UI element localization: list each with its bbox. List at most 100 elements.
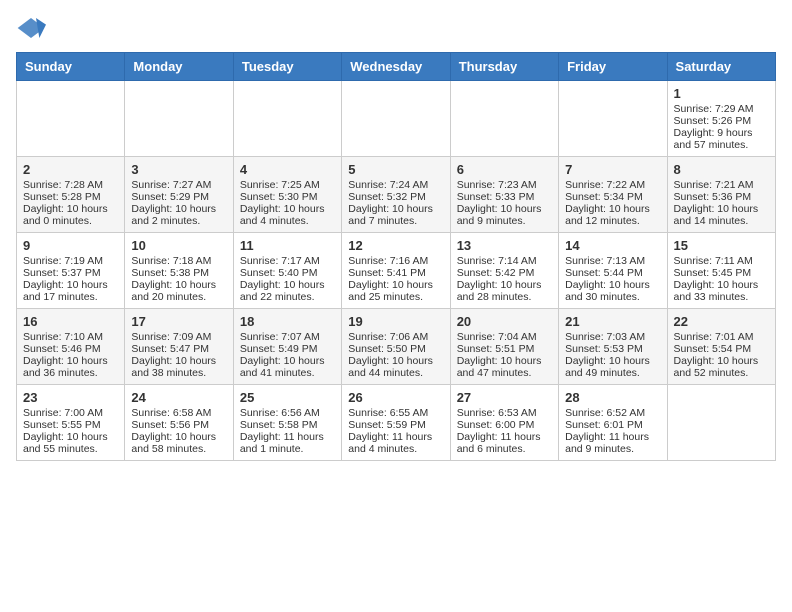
- day-number: 13: [457, 238, 552, 253]
- day-info: Sunrise: 7:17 AM: [240, 255, 335, 267]
- weekday-header-monday: Monday: [125, 53, 233, 81]
- weekday-header-wednesday: Wednesday: [342, 53, 450, 81]
- day-info: Sunrise: 7:21 AM: [674, 179, 769, 191]
- calendar-cell: [233, 81, 341, 157]
- day-number: 6: [457, 162, 552, 177]
- day-info: Daylight: 10 hours and 28 minutes.: [457, 279, 552, 303]
- day-info: Sunset: 5:40 PM: [240, 267, 335, 279]
- day-info: Sunrise: 6:52 AM: [565, 407, 660, 419]
- day-number: 11: [240, 238, 335, 253]
- calendar-cell: 2Sunrise: 7:28 AMSunset: 5:28 PMDaylight…: [17, 157, 125, 233]
- day-info: Daylight: 10 hours and 17 minutes.: [23, 279, 118, 303]
- day-info: Sunrise: 7:29 AM: [674, 103, 769, 115]
- day-info: Sunset: 5:32 PM: [348, 191, 443, 203]
- calendar-cell: 17Sunrise: 7:09 AMSunset: 5:47 PMDayligh…: [125, 309, 233, 385]
- day-info: Sunrise: 7:19 AM: [23, 255, 118, 267]
- day-info: Daylight: 10 hours and 52 minutes.: [674, 355, 769, 379]
- calendar-cell: 6 Sunrise: 7:23 AMSunset: 5:33 PMDaylight…: [450, 157, 558, 233]
- calendar-week-3: 9Sunrise: 7:19 AMSunset: 5:37 PMDaylight…: [17, 233, 776, 309]
- day-info: Daylight: 10 hours and 30 minutes.: [565, 279, 660, 303]
- day-number: 8: [674, 162, 769, 177]
- day-info: Sunrise: 7:07 AM: [240, 331, 335, 343]
- day-number: 16: [23, 314, 118, 329]
- calendar-cell: 19Sunrise: 7:06 AMSunset: 5:50 PMDayligh…: [342, 309, 450, 385]
- calendar-cell: [667, 385, 775, 461]
- day-info: Sunset: 5:30 PM: [240, 191, 335, 203]
- day-info: Daylight: 10 hours and 14 minutes.: [674, 203, 769, 227]
- day-info: Sunset: 5:42 PM: [457, 267, 552, 279]
- calendar-cell: 10Sunrise: 7:18 AMSunset: 5:38 PMDayligh…: [125, 233, 233, 309]
- day-info: Daylight: 10 hours and 49 minutes.: [565, 355, 660, 379]
- day-number: 1: [674, 86, 769, 101]
- calendar-cell: 23Sunrise: 7:00 AMSunset: 5:55 PMDayligh…: [17, 385, 125, 461]
- day-info: Sunrise: 7:06 AM: [348, 331, 443, 343]
- day-number: 12: [348, 238, 443, 253]
- day-number: 17: [131, 314, 226, 329]
- day-info: Daylight: 10 hours and 12 minutes.: [565, 203, 660, 227]
- day-info: Daylight: 10 hours and 58 minutes.: [131, 431, 226, 455]
- day-info: Sunrise: 7:00 AM: [23, 407, 118, 419]
- day-info: Sunrise: 7:11 AM: [674, 255, 769, 267]
- day-info: Daylight: 10 hours and 0 minutes.: [23, 203, 118, 227]
- day-info: Daylight: 10 hours and 36 minutes.: [23, 355, 118, 379]
- calendar-cell: [559, 81, 667, 157]
- day-info: Sunset: 5:55 PM: [23, 419, 118, 431]
- calendar-week-5: 23Sunrise: 7:00 AMSunset: 5:55 PMDayligh…: [17, 385, 776, 461]
- day-info: Sunset: 5:59 PM: [348, 419, 443, 431]
- day-info: Sunset: 5:49 PM: [240, 343, 335, 355]
- day-info: Sunrise: 7:18 AM: [131, 255, 226, 267]
- day-info: Sunrise: 6:58 AM: [131, 407, 226, 419]
- day-info: Sunset: 6:01 PM: [565, 419, 660, 431]
- calendar-cell: 12Sunrise: 7:16 AMSunset: 5:41 PMDayligh…: [342, 233, 450, 309]
- day-info: Daylight: 10 hours and 7 minutes.: [348, 203, 443, 227]
- day-info: Sunset: 5:34 PM: [565, 191, 660, 203]
- day-info: Sunset: 5:58 PM: [240, 419, 335, 431]
- day-number: 7: [565, 162, 660, 177]
- weekday-header-row: SundayMondayTuesdayWednesdayThursdayFrid…: [17, 53, 776, 81]
- calendar-cell: 27Sunrise: 6:53 AMSunset: 6:00 PMDayligh…: [450, 385, 558, 461]
- day-info: Daylight: 10 hours and 25 minutes.: [348, 279, 443, 303]
- day-number: 22: [674, 314, 769, 329]
- day-info: Sunrise: 7:13 AM: [565, 255, 660, 267]
- day-number: 9: [23, 238, 118, 253]
- day-info: Sunrise: 7:09 AM: [131, 331, 226, 343]
- day-info: Sunset: 5:45 PM: [674, 267, 769, 279]
- day-number: 15: [674, 238, 769, 253]
- day-info: Sunrise: 7:23 AM: [457, 179, 552, 191]
- day-number: 19: [348, 314, 443, 329]
- calendar-cell: 13 Sunrise: 7:14 AMSunset: 5:42 PMDayligh…: [450, 233, 558, 309]
- calendar-cell: 5Sunrise: 7:24 AMSunset: 5:32 PMDaylight…: [342, 157, 450, 233]
- day-info: Sunrise: 7:22 AM: [565, 179, 660, 191]
- day-info: Sunset: 5:28 PM: [23, 191, 118, 203]
- calendar-cell: 7 Sunrise: 7:22 AMSunset: 5:34 PMDaylight…: [559, 157, 667, 233]
- day-number: 4: [240, 162, 335, 177]
- day-info: Daylight: 10 hours and 9 minutes.: [457, 203, 552, 227]
- day-info: Daylight: 10 hours and 22 minutes.: [240, 279, 335, 303]
- day-number: 27: [457, 390, 552, 405]
- page-header: [16, 16, 776, 40]
- day-info: Sunrise: 7:14 AM: [457, 255, 552, 267]
- weekday-header-thursday: Thursday: [450, 53, 558, 81]
- day-info: Daylight: 10 hours and 2 minutes.: [131, 203, 226, 227]
- calendar-table: SundayMondayTuesdayWednesdayThursdayFrid…: [16, 52, 776, 461]
- day-info: Sunrise: 7:01 AM: [674, 331, 769, 343]
- day-info: Sunset: 5:37 PM: [23, 267, 118, 279]
- day-info: Sunset: 5:51 PM: [457, 343, 552, 355]
- calendar-cell: 14Sunrise: 7:13 AMSunset: 5:44 PMDayligh…: [559, 233, 667, 309]
- day-info: Sunset: 5:54 PM: [674, 343, 769, 355]
- day-number: 24: [131, 390, 226, 405]
- day-number: 26: [348, 390, 443, 405]
- day-number: 20: [457, 314, 552, 329]
- day-info: Daylight: 10 hours and 33 minutes.: [674, 279, 769, 303]
- calendar-cell: 20Sunrise: 7:04 AMSunset: 5:51 PMDayligh…: [450, 309, 558, 385]
- day-info: Sunset: 5:53 PM: [565, 343, 660, 355]
- day-info: Sunset: 5:38 PM: [131, 267, 226, 279]
- calendar-cell: [125, 81, 233, 157]
- calendar-cell: 8Sunrise: 7:21 AMSunset: 5:36 PMDaylight…: [667, 157, 775, 233]
- day-info: Sunrise: 7:28 AM: [23, 179, 118, 191]
- day-info: Daylight: 11 hours and 4 minutes.: [348, 431, 443, 455]
- day-number: 18: [240, 314, 335, 329]
- day-info: Sunrise: 7:04 AM: [457, 331, 552, 343]
- calendar-cell: 9 Sunrise: 7:19 AMSunset: 5:37 PMDaylight…: [17, 233, 125, 309]
- day-info: Sunset: 5:33 PM: [457, 191, 552, 203]
